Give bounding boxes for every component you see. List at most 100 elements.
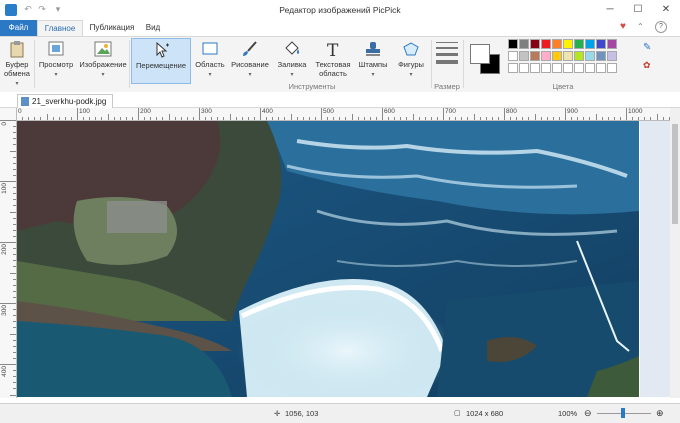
tab-publish[interactable]: Публикация <box>84 20 140 36</box>
color-swatch[interactable] <box>552 63 562 73</box>
ruler-minor-tick <box>13 162 16 164</box>
color-swatch[interactable] <box>607 39 617 49</box>
color-selector[interactable] <box>468 42 500 74</box>
ruler-minor-tick <box>400 117 402 120</box>
zoom-in-button[interactable]: ⊕ <box>656 404 664 423</box>
color-swatch[interactable] <box>530 63 540 73</box>
color-swatch[interactable] <box>519 51 529 61</box>
ruler-minor-tick <box>13 254 16 256</box>
tools-group-label: Инструменты <box>288 82 336 91</box>
color-swatch[interactable] <box>585 63 595 73</box>
minimize-button[interactable]: ─ <box>596 0 624 20</box>
maximize-button[interactable]: ☐ <box>624 0 652 20</box>
ruler-minor-tick <box>13 235 16 237</box>
text-area-button[interactable]: T Текстовая область <box>313 38 353 82</box>
view-button[interactable]: Просмотр ▾ <box>36 38 76 82</box>
shapes-button[interactable]: Фигуры ▾ <box>393 38 429 82</box>
color-swatch[interactable] <box>607 51 617 61</box>
color-swatch[interactable] <box>508 51 518 61</box>
color-swatch[interactable] <box>508 63 518 73</box>
ruler-minor-tick <box>13 284 16 286</box>
zoom-out-button[interactable]: ⊖ <box>584 404 592 423</box>
image-canvas[interactable] <box>17 121 639 397</box>
color-swatch[interactable] <box>519 39 529 49</box>
color-swatch[interactable] <box>585 51 595 61</box>
color-swatch[interactable] <box>552 39 562 49</box>
color-swatch[interactable] <box>574 51 584 61</box>
ruler-minor-tick <box>13 321 16 323</box>
clipboard-button[interactable]: Буфер обмена ▾ <box>2 38 32 87</box>
ruler-minor-tick <box>308 117 310 120</box>
heart-icon[interactable]: ♥ <box>620 21 626 32</box>
fill-label: Заливка <box>277 60 307 69</box>
color-swatch[interactable] <box>541 39 551 49</box>
color-swatch[interactable] <box>596 63 606 73</box>
eyedropper-icon[interactable]: ✎ <box>643 42 651 53</box>
color-swatch[interactable] <box>519 63 529 73</box>
help-icon[interactable]: ? <box>655 21 667 33</box>
ruler-minor-tick <box>510 117 512 120</box>
ruler-minor-tick <box>436 117 438 120</box>
tab-view[interactable]: Вид <box>142 20 164 36</box>
color-swatch[interactable] <box>563 39 573 49</box>
ruler-minor-tick <box>247 117 249 120</box>
color-wheel-icon[interactable]: ✿ <box>643 60 651 71</box>
collapse-ribbon-icon[interactable]: ⌃ <box>637 22 644 31</box>
ruler-minor-tick <box>406 117 408 120</box>
ruler-minor-tick <box>13 223 16 225</box>
color-swatch[interactable] <box>607 63 617 73</box>
color-swatch[interactable] <box>596 39 606 49</box>
vertical-ruler: 0 100 200 300 400 <box>0 120 17 398</box>
draw-button[interactable]: Рисование ▾ <box>230 38 270 82</box>
cursor-position-icon: ✛ <box>274 409 281 418</box>
fill-button[interactable]: Заливка ▾ <box>272 38 312 82</box>
color-swatch[interactable] <box>530 39 540 49</box>
color-swatch[interactable] <box>530 51 540 61</box>
ruler-minor-tick <box>339 117 341 120</box>
document-tab[interactable]: 21_sverkhu-podk.jpg <box>17 94 114 108</box>
ruler-minor-tick <box>534 114 536 120</box>
ruler-minor-tick <box>577 117 579 120</box>
stamps-button[interactable]: Штампы ▾ <box>355 38 391 82</box>
move-button[interactable]: Перемещение <box>131 38 191 84</box>
ruler-minor-tick <box>345 117 347 120</box>
zoom-level: 100% <box>558 409 578 418</box>
horizontal-ruler: 0 100 200 300 400 500 600 700 800 900 1000 <box>16 108 670 121</box>
color-swatch[interactable] <box>508 39 518 49</box>
color-swatch[interactable] <box>541 51 551 61</box>
ruler-minor-tick <box>644 117 646 120</box>
draw-label: Рисование <box>231 60 269 69</box>
color-swatch[interactable] <box>563 63 573 73</box>
ruler-minor-tick <box>119 117 121 120</box>
color-swatch[interactable] <box>574 39 584 49</box>
color-swatch[interactable] <box>541 63 551 73</box>
color-swatch[interactable] <box>596 51 606 61</box>
image-label: Изображение <box>79 60 127 69</box>
close-button[interactable]: ✕ <box>652 0 680 20</box>
size-selector[interactable] <box>436 42 458 64</box>
color-swatch[interactable] <box>574 63 584 73</box>
ribbon-separator <box>431 40 432 88</box>
zoom-slider-handle[interactable] <box>621 408 625 418</box>
ruler-minor-tick <box>424 117 426 120</box>
ruler-minor-tick <box>13 174 16 176</box>
tab-file[interactable]: Файл <box>0 20 37 36</box>
primary-color[interactable] <box>470 44 490 64</box>
scrollbar-thumb[interactable] <box>672 124 678 224</box>
ruler-minor-tick <box>13 351 16 353</box>
document-tab-label: 21_sverkhu-podk.jpg <box>32 97 107 106</box>
ruler-minor-tick <box>619 117 621 120</box>
tab-home[interactable]: Главное <box>37 20 83 36</box>
color-swatch[interactable] <box>552 51 562 61</box>
ruler-minor-tick <box>546 117 548 120</box>
color-swatch[interactable] <box>585 39 595 49</box>
ribbon-separator <box>463 40 464 88</box>
area-button[interactable]: Область ▾ <box>192 38 228 82</box>
image-button[interactable]: Изображение ▾ <box>78 38 128 82</box>
ruler-minor-tick <box>662 117 664 120</box>
ruler-minor-tick <box>156 117 158 120</box>
ruler-minor-tick <box>46 114 48 120</box>
ruler-minor-tick <box>211 117 213 120</box>
ruler-number: 800 <box>506 108 517 115</box>
color-swatch[interactable] <box>563 51 573 61</box>
